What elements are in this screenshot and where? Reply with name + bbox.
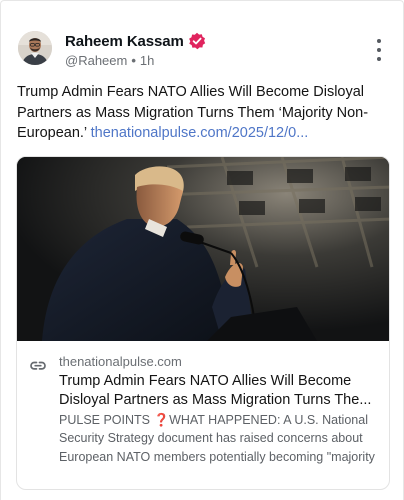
card-title[interactable]: Trump Admin Fears NATO Allies Will Becom… [59,372,381,410]
card-description: PULSE POINTS ❓WHAT HAPPENED: A U.S. Nati… [59,411,381,466]
author-handle[interactable]: @Raheem [65,53,127,68]
post-text: Trump Admin Fears NATO Allies Will Becom… [17,82,389,144]
post-link[interactable]: thenationalpulse.com/2025/12/0... [91,125,309,141]
meta-separator: • [131,53,136,68]
more-vertical-icon [377,39,381,43]
verified-badge-icon [188,32,206,50]
author-block: Raheem Kassam @Raheem • 1h [65,32,206,68]
card-image[interactable] [17,157,389,341]
name-row: Raheem Kassam [65,32,206,50]
meta-row: @Raheem • 1h [65,53,206,68]
more-vertical-icon-dot [377,57,381,61]
post-header: Raheem Kassam @Raheem • 1h [18,31,388,71]
card-domain: thenationalpulse.com [59,354,182,369]
photo-speaker-at-microphone [17,157,389,341]
author-name[interactable]: Raheem Kassam [65,33,184,50]
avatar-photo [18,31,52,65]
post-time[interactable]: 1h [140,53,154,68]
more-vertical-icon-dot [377,48,381,52]
card-body: thenationalpulse.com Trump Admin Fears N… [17,341,389,489]
post-card: Raheem Kassam @Raheem • 1h Trump Admin F… [0,0,404,500]
link-icon [29,357,47,375]
avatar[interactable] [18,31,52,65]
question-mark-icon: ❓ [153,413,170,427]
link-preview-card[interactable]: thenationalpulse.com Trump Admin Fears N… [16,156,390,490]
desc-prefix: PULSE POINTS [59,413,154,427]
more-options-button[interactable] [372,39,386,61]
